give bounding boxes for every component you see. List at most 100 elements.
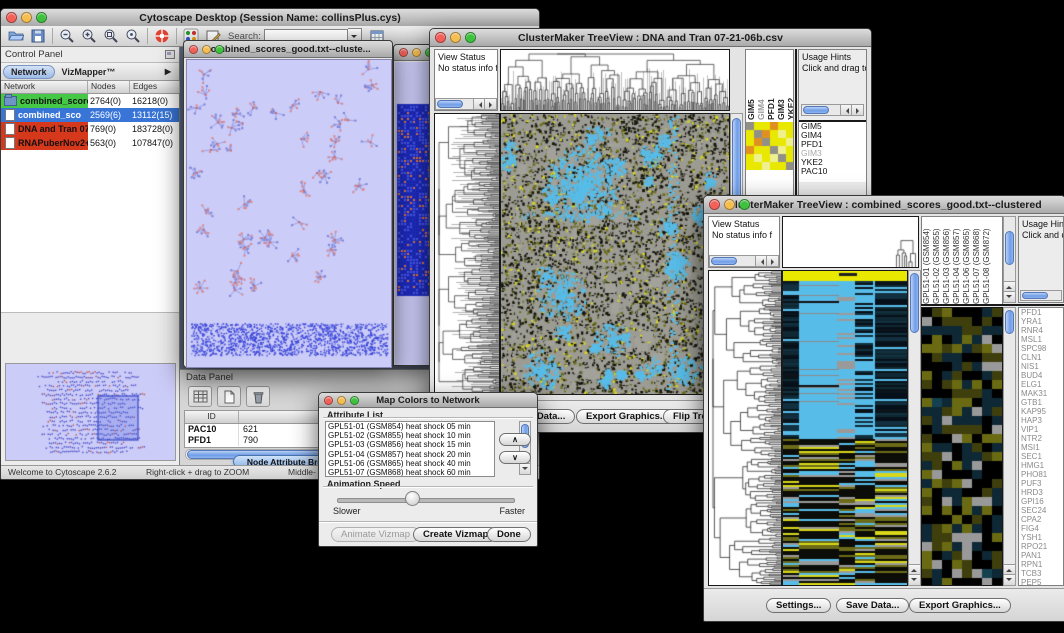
attr-column-id[interactable]: ID	[185, 411, 239, 423]
attribute-list-item[interactable]: GPL51-07 (GSM868) heat shock 60 min	[326, 468, 494, 477]
gene-label[interactable]: TCB3	[1019, 569, 1063, 578]
gene-label[interactable]: NIS1	[1019, 362, 1063, 371]
help-icon[interactable]	[151, 27, 173, 45]
scrollbar-thumb[interactable]	[803, 106, 829, 114]
gene-label[interactable]: FIG4	[1019, 524, 1063, 533]
move-up-button[interactable]: ∧	[499, 433, 531, 446]
gene-label[interactable]: SEC1	[1019, 452, 1063, 461]
column-header-edges[interactable]: Edges	[130, 81, 180, 93]
attribute-list-item[interactable]: GPL51-04 (GSM857) heat shock 20 min	[326, 450, 494, 459]
gene-label[interactable]: PAN1	[1019, 551, 1063, 560]
move-down-button[interactable]: ∨	[499, 451, 531, 464]
main-titlebar[interactable]: Cytoscape Desktop (Session Name: collins…	[1, 9, 539, 27]
attribute-list-item[interactable]: GPL51-01 (GSM854) heat shock 05 min	[326, 422, 494, 431]
gene-label[interactable]: HMG1	[1019, 461, 1063, 470]
attribute-listbox[interactable]: GPL51-01 (GSM854) heat shock 05 min GPL51…	[325, 421, 495, 477]
zoom-button[interactable]	[350, 396, 359, 405]
network-canvas-2[interactable]	[395, 62, 431, 365]
zoom-button[interactable]	[36, 12, 47, 23]
treeview2-titlebar[interactable]: ClusterMaker TreeView : combined_scores_…	[704, 196, 1064, 214]
close-button[interactable]	[399, 48, 408, 57]
float-panel-icon[interactable]	[165, 50, 175, 59]
gene-label[interactable]: YRA1	[1019, 317, 1063, 326]
zoom-button[interactable]	[465, 32, 476, 43]
minimize-button[interactable]	[21, 12, 32, 23]
open-file-icon[interactable]	[5, 27, 27, 45]
scrollbar-thumb[interactable]	[910, 273, 919, 333]
column-header-nodes[interactable]: Nodes	[88, 81, 130, 93]
column-header-network[interactable]: Network	[1, 81, 88, 93]
scrollbar-thumb[interactable]	[1005, 231, 1014, 265]
minimize-button[interactable]	[412, 48, 421, 57]
animation-speed-slider-track[interactable]	[337, 498, 515, 503]
gene-label[interactable]: MSI1	[1019, 443, 1063, 452]
close-button[interactable]	[709, 199, 720, 210]
zoom-button[interactable]	[739, 199, 750, 210]
gene-label[interactable]: BUD4	[1019, 371, 1063, 380]
animation-speed-slider-thumb[interactable]	[405, 491, 420, 506]
scroll-down-arrow[interactable]	[520, 463, 530, 474]
tab-overflow-arrow[interactable]: ▶	[158, 66, 179, 77]
gene-label[interactable]: GTB1	[1019, 398, 1063, 407]
zoom-in-icon[interactable]	[78, 27, 100, 45]
export-graphics-button[interactable]: Export Graphics...	[909, 598, 1011, 613]
new-attribute-icon[interactable]	[217, 386, 241, 407]
scroll-down-arrow[interactable]	[1004, 291, 1015, 302]
zoom-out-icon[interactable]	[56, 27, 78, 45]
gene-label[interactable]: CLN1	[1019, 353, 1063, 362]
gene-label[interactable]: PHO81	[1019, 470, 1063, 479]
gene-label[interactable]: GPI16	[1019, 497, 1063, 506]
close-button[interactable]	[435, 32, 446, 43]
minimize-button[interactable]	[724, 199, 735, 210]
close-button[interactable]	[324, 396, 333, 405]
scroll-right-arrow[interactable]	[766, 256, 778, 266]
gene-label[interactable]: RPO21	[1019, 542, 1063, 551]
gene-label[interactable]: NTR2	[1019, 434, 1063, 443]
gene-label[interactable]: YSH1	[1019, 533, 1063, 542]
scroll-right-arrow[interactable]	[484, 99, 496, 109]
network-canvas[interactable]	[186, 59, 392, 368]
network-row[interactable]: DNA and Tran 07 769(0) 183728(0)	[1, 122, 179, 136]
treeview1-titlebar[interactable]: ClusterMaker TreeView : DNA and Tran 07-…	[430, 29, 871, 47]
save-data-button[interactable]: Save Data...	[836, 598, 909, 613]
gene-label[interactable]: MSL1	[1019, 335, 1063, 344]
gene-label[interactable]: RPN1	[1019, 560, 1063, 569]
zoom-heatmap-canvas[interactable]	[922, 308, 1002, 585]
close-button[interactable]	[189, 45, 198, 54]
gene-label[interactable]: KAP95	[1019, 407, 1063, 416]
settings-button[interactable]: Settings...	[766, 598, 831, 613]
gene-label[interactable]: VIP1	[1019, 425, 1063, 434]
done-button[interactable]: Done	[487, 527, 531, 542]
network-row[interactable]: RNAPuberNov2+! 563(0) 107847(0)	[1, 136, 179, 150]
dialog-titlebar[interactable]: Map Colors to Network	[319, 393, 537, 408]
gene-label[interactable]: SEC24	[1019, 506, 1063, 515]
close-button[interactable]	[6, 12, 17, 23]
gene-label[interactable]: PFD1	[1019, 308, 1063, 317]
scrollbar-thumb[interactable]	[437, 100, 463, 108]
heatmap-canvas[interactable]	[783, 271, 907, 585]
save-session-icon[interactable]	[27, 27, 49, 45]
row-dendrogram-canvas[interactable]	[709, 271, 781, 585]
scroll-right-arrow[interactable]	[851, 105, 863, 115]
create-vizmap-button[interactable]: Create Vizmap	[413, 527, 498, 542]
tab-network[interactable]: Network	[3, 65, 55, 79]
gene-label[interactable]: MAK31	[1019, 389, 1063, 398]
gene-label[interactable]: ELG1	[1019, 380, 1063, 389]
animate-vizmap-button[interactable]: Animate Vizmap	[331, 527, 420, 542]
column-dendrogram-canvas[interactable]	[501, 50, 729, 110]
network-row[interactable]: combined_scores 2764(0) 16218(0)	[1, 94, 179, 108]
scroll-down-arrow[interactable]	[1004, 574, 1015, 585]
scroll-down-arrow[interactable]	[909, 574, 920, 585]
attribute-list-item[interactable]: GPL51-06 (GSM865) heat shock 40 min	[326, 459, 494, 468]
scrollbar-thumb[interactable]	[1022, 292, 1048, 299]
attribute-list-item[interactable]: GPL51-03 (GSM856) heat shock 15 min	[326, 440, 494, 449]
gene-label[interactable]: PAC10	[799, 167, 866, 176]
gene-label[interactable]: HRD3	[1019, 488, 1063, 497]
zoom-selected-icon[interactable]	[122, 27, 144, 45]
gene-label[interactable]: RNR4	[1019, 326, 1063, 335]
heatmap-canvas[interactable]	[501, 114, 729, 394]
correlation-matrix-canvas[interactable]	[746, 122, 794, 170]
scrollbar-thumb[interactable]	[711, 257, 737, 265]
select-attributes-icon[interactable]	[188, 386, 212, 407]
row-dendrogram-canvas[interactable]	[435, 114, 499, 394]
